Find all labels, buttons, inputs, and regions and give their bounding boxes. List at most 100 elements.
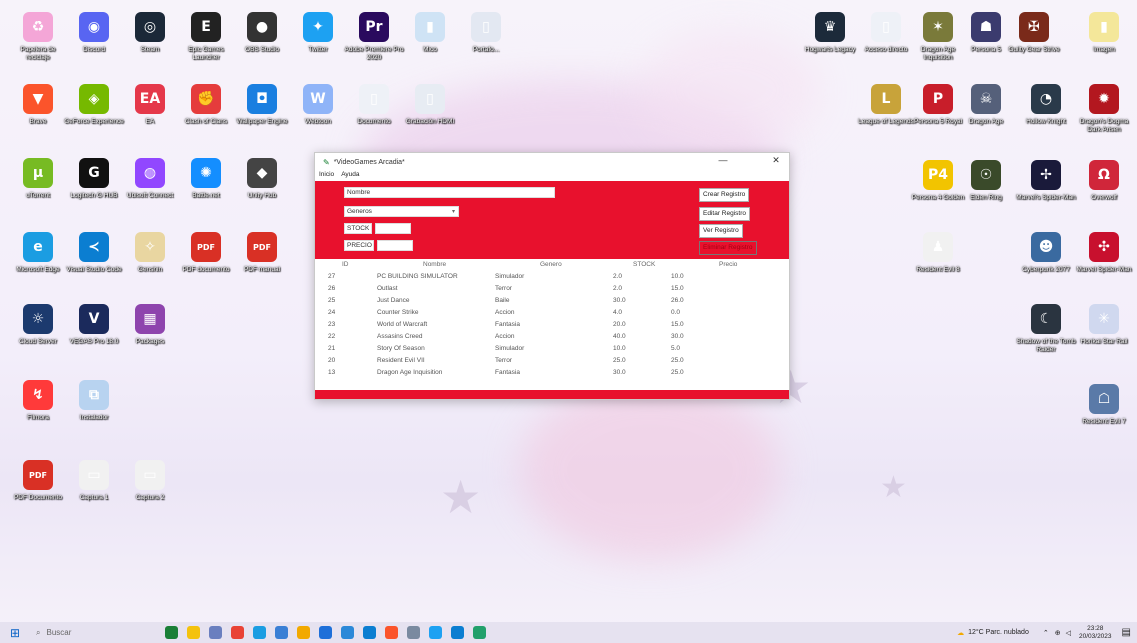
- desktop-shortcut[interactable]: ☖ Resident Evil 7: [1074, 384, 1134, 426]
- table-row[interactable]: 13 Dragon Age Inquisition Fantasia 30.0 25.0: [315, 369, 789, 381]
- desktop-shortcut[interactable]: PDF PDF documento: [176, 232, 236, 274]
- desktop-shortcut[interactable]: ✣ Marvel Spider-Man: [1074, 232, 1134, 274]
- desktop-shortcut[interactable]: G Logitech G HUB: [64, 158, 124, 200]
- desktop-shortcut[interactable]: ♟ Resident Evil 8: [908, 232, 968, 274]
- desktop-shortcut[interactable]: ⧉ Instalador: [64, 380, 124, 422]
- desktop-shortcut[interactable]: ◍ Ubisoft Connect: [120, 158, 180, 200]
- app-window[interactable]: ✎ *VideoGames Arcadia* — ✕ Inicio Ayuda …: [314, 152, 790, 400]
- taskbar-search[interactable]: ⌕ Buscar: [30, 622, 170, 643]
- close-button[interactable]: ✕: [764, 155, 788, 166]
- desktop-shortcut[interactable]: E Epic Games Launcher: [176, 12, 236, 62]
- desktop-shortcut[interactable]: ✦ Twitter: [288, 12, 348, 54]
- weather-text[interactable]: 12°C Parc. nublado: [968, 629, 1029, 636]
- desktop-shortcut[interactable]: ☉ Elden Ring: [956, 160, 1016, 202]
- desktop-shortcut[interactable]: ≺ Visual Studio Code: [64, 232, 124, 274]
- star-decoration: ★: [880, 470, 907, 505]
- desktop-shortcut[interactable]: ☠ Dragon Age: [956, 84, 1016, 126]
- taskbar-app-icon[interactable]: [231, 626, 244, 639]
- desktop-shortcut[interactable]: ● OBS Studio: [232, 12, 292, 54]
- desktop-shortcut[interactable]: ◔ Hollow Knight: [1016, 84, 1076, 126]
- desktop-shortcut[interactable]: ◉ Discord: [64, 12, 124, 54]
- table-row[interactable]: 20 Resident Evil VII Terror 25.0 25.0: [315, 357, 789, 369]
- desktop-shortcut[interactable]: ◎ Steam: [120, 12, 180, 54]
- taskbar-app-icon[interactable]: [473, 626, 486, 639]
- desktop-shortcut[interactable]: Pr Adobe Premiere Pro 2020: [344, 12, 404, 62]
- nombre-input[interactable]: Nombre: [344, 187, 555, 198]
- desktop-shortcut[interactable]: ✳ Honkai Star Rail: [1074, 304, 1134, 346]
- desktop-shortcut[interactable]: ◈ GeForce Experience: [64, 84, 124, 126]
- taskbar-app-icon[interactable]: [319, 626, 332, 639]
- editar-registro-button[interactable]: Editar Registro: [699, 207, 750, 221]
- desktop-shortcut[interactable]: PDF PDF manual: [232, 232, 292, 274]
- taskbar-app-icon[interactable]: [209, 626, 222, 639]
- table-row[interactable]: 24 Counter Strike Accion 4.0 0.0: [315, 309, 789, 321]
- desktop-shortcut[interactable]: ✢ Marvel's Spider-Man: [1016, 160, 1076, 202]
- taskbar-app-icon[interactable]: [385, 626, 398, 639]
- taskbar-app-icon[interactable]: [407, 626, 420, 639]
- table-row[interactable]: 22 Assasins Creed Accion 40.0 30.0: [315, 333, 789, 345]
- table-row[interactable]: 23 World of Warcraft Fantasia 20.0 15.0: [315, 321, 789, 333]
- desktop-shortcut[interactable]: ▯ Grabación HDMI: [400, 84, 460, 126]
- taskbar-app-icon[interactable]: [253, 626, 266, 639]
- desktop-shortcut[interactable]: ▯ Acceso directo: [856, 12, 916, 54]
- desktop-shortcut[interactable]: ↯ Filmora: [8, 380, 68, 422]
- desktop-shortcut[interactable]: ▭ Captura 1: [64, 460, 124, 502]
- cell-id: 22: [328, 333, 336, 340]
- desktop-shortcut[interactable]: ▭ Captura 2: [120, 460, 180, 502]
- desktop-shortcut[interactable]: ◘ Wallpaper Engine: [232, 84, 292, 126]
- ver-registro-button[interactable]: Ver Registro: [699, 224, 743, 238]
- desktop-shortcut[interactable]: PDF PDF Documento: [8, 460, 68, 502]
- stock-input[interactable]: [375, 223, 411, 234]
- taskbar-app-icon[interactable]: [165, 626, 178, 639]
- desktop-shortcut[interactable]: ▯ Portafo...: [456, 12, 516, 54]
- desktop-shortcut[interactable]: ◆ Unity Hub: [232, 158, 292, 200]
- eliminar-registro-button[interactable]: Eliminar Registro: [699, 241, 757, 255]
- desktop-shortcut[interactable]: ☻ Cyberpunk 2077: [1016, 232, 1076, 274]
- menu-inicio[interactable]: Inicio: [319, 171, 334, 181]
- notifications-icon[interactable]: ▤: [1122, 627, 1131, 638]
- desktop-shortcut[interactable]: ✠ Guilty Gear Strive: [1004, 12, 1064, 54]
- desktop-shortcut[interactable]: ✹ Dragon's Dogma Dark Arisen: [1074, 84, 1134, 134]
- volume-icon[interactable]: ◁: [1066, 629, 1071, 637]
- minimize-button[interactable]: —: [711, 155, 735, 165]
- table-row[interactable]: 25 Just Dance Baile 30.0 26.0: [315, 297, 789, 309]
- window-titlebar[interactable]: ✎ *VideoGames Arcadia* — ✕: [315, 153, 789, 171]
- desktop-shortcut[interactable]: ✺ Battle.net: [176, 158, 236, 200]
- desktop-shortcut[interactable]: ♛ Hogwarts Legacy: [800, 12, 860, 54]
- desktop-shortcut[interactable]: ▼ Brave: [8, 84, 68, 126]
- windows-start-icon[interactable]: ⊞: [0, 626, 30, 640]
- menu-ayuda[interactable]: Ayuda: [341, 171, 359, 181]
- crear-registro-button[interactable]: Crear Registro: [699, 188, 750, 202]
- taskbar-app-icon[interactable]: [451, 626, 464, 639]
- network-icon[interactable]: ⊕: [1055, 629, 1061, 637]
- desktop-shortcut[interactable]: e Microsoft Edge: [8, 232, 68, 274]
- desktop-shortcut[interactable]: ☼ Cloud Server: [8, 304, 68, 346]
- desktop-shortcut[interactable]: V VEGAS Pro 18.0: [64, 304, 124, 346]
- desktop-shortcut[interactable]: Ω Overwolf: [1074, 160, 1134, 202]
- chevron-up-icon[interactable]: ⌃: [1043, 629, 1049, 637]
- clock[interactable]: 23:28 20/03/2023: [1079, 625, 1112, 641]
- taskbar-app-icon[interactable]: [275, 626, 288, 639]
- taskbar-app-icon[interactable]: [297, 626, 310, 639]
- desktop-shortcut[interactable]: ▮ Mico: [400, 12, 460, 54]
- desktop-shortcut[interactable]: EA EA: [120, 84, 180, 126]
- precio-input[interactable]: [377, 240, 413, 251]
- desktop-shortcut[interactable]: W Webtoon: [288, 84, 348, 126]
- desktop-shortcut[interactable]: ▯ Documento: [344, 84, 404, 126]
- desktop-shortcut[interactable]: ☾ Shadow of the Tomb Raider: [1016, 304, 1076, 354]
- taskbar-app-icon[interactable]: [363, 626, 376, 639]
- taskbar-app-icon[interactable]: [429, 626, 442, 639]
- table-row[interactable]: 21 Story Of Season Simulador 10.0 5.0: [315, 345, 789, 357]
- table-row[interactable]: 26 Outlast Terror 2.0 15.0: [315, 285, 789, 297]
- taskbar-app-icon[interactable]: [187, 626, 200, 639]
- desktop-shortcut[interactable]: ♻ Papelera de reciclaje: [8, 12, 68, 62]
- taskbar-app-icon[interactable]: [341, 626, 354, 639]
- desktop-shortcut[interactable]: μ uTorrent: [8, 158, 68, 200]
- desktop-shortcut[interactable]: L League of Legends: [856, 84, 916, 126]
- generos-select[interactable]: Generos ▾: [344, 206, 459, 217]
- desktop-shortcut[interactable]: ✊ Clash of Clans: [176, 84, 236, 126]
- desktop-shortcut[interactable]: ▦ Packages: [120, 304, 180, 346]
- desktop-shortcut[interactable]: ▮ Imagen: [1074, 12, 1134, 54]
- table-row[interactable]: 27 PC BUILDING SIMULATOR Simulador 2.0 10.0: [315, 273, 789, 285]
- desktop-shortcut[interactable]: ✧ Genshin: [120, 232, 180, 274]
